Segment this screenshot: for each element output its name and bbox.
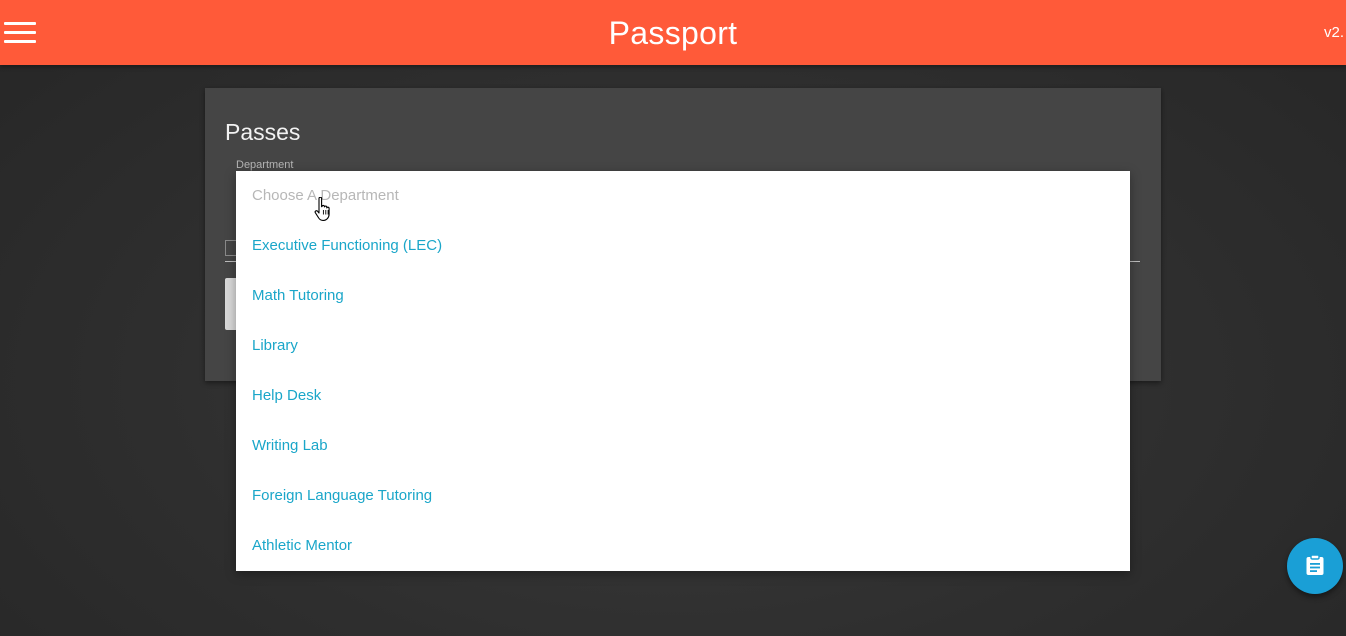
version-label: v2. <box>1324 24 1345 41</box>
department-dropdown[interactable]: Choose A Department Executive Functionin… <box>236 171 1130 571</box>
dropdown-placeholder-option[interactable]: Choose A Department <box>236 171 1130 221</box>
card-title: Passes <box>225 119 301 145</box>
clipboard-icon <box>1306 554 1324 575</box>
app-header: Passport v2. <box>0 0 1346 65</box>
new-pass-fab-button[interactable] <box>1287 538 1343 594</box>
dropdown-option[interactable]: Athletic Mentor <box>236 521 1130 571</box>
hand-cursor-icon <box>314 196 332 221</box>
dropdown-option[interactable]: Library <box>236 321 1130 371</box>
app-title: Passport <box>608 15 738 51</box>
dropdown-option[interactable]: Executive Functioning (LEC) <box>236 221 1130 271</box>
dropdown-option[interactable]: Help Desk <box>236 371 1130 421</box>
dropdown-option[interactable]: Foreign Language Tutoring <box>236 471 1130 521</box>
dropdown-option[interactable]: Writing Lab <box>236 421 1130 471</box>
dropdown-option[interactable]: Math Tutoring <box>236 271 1130 321</box>
